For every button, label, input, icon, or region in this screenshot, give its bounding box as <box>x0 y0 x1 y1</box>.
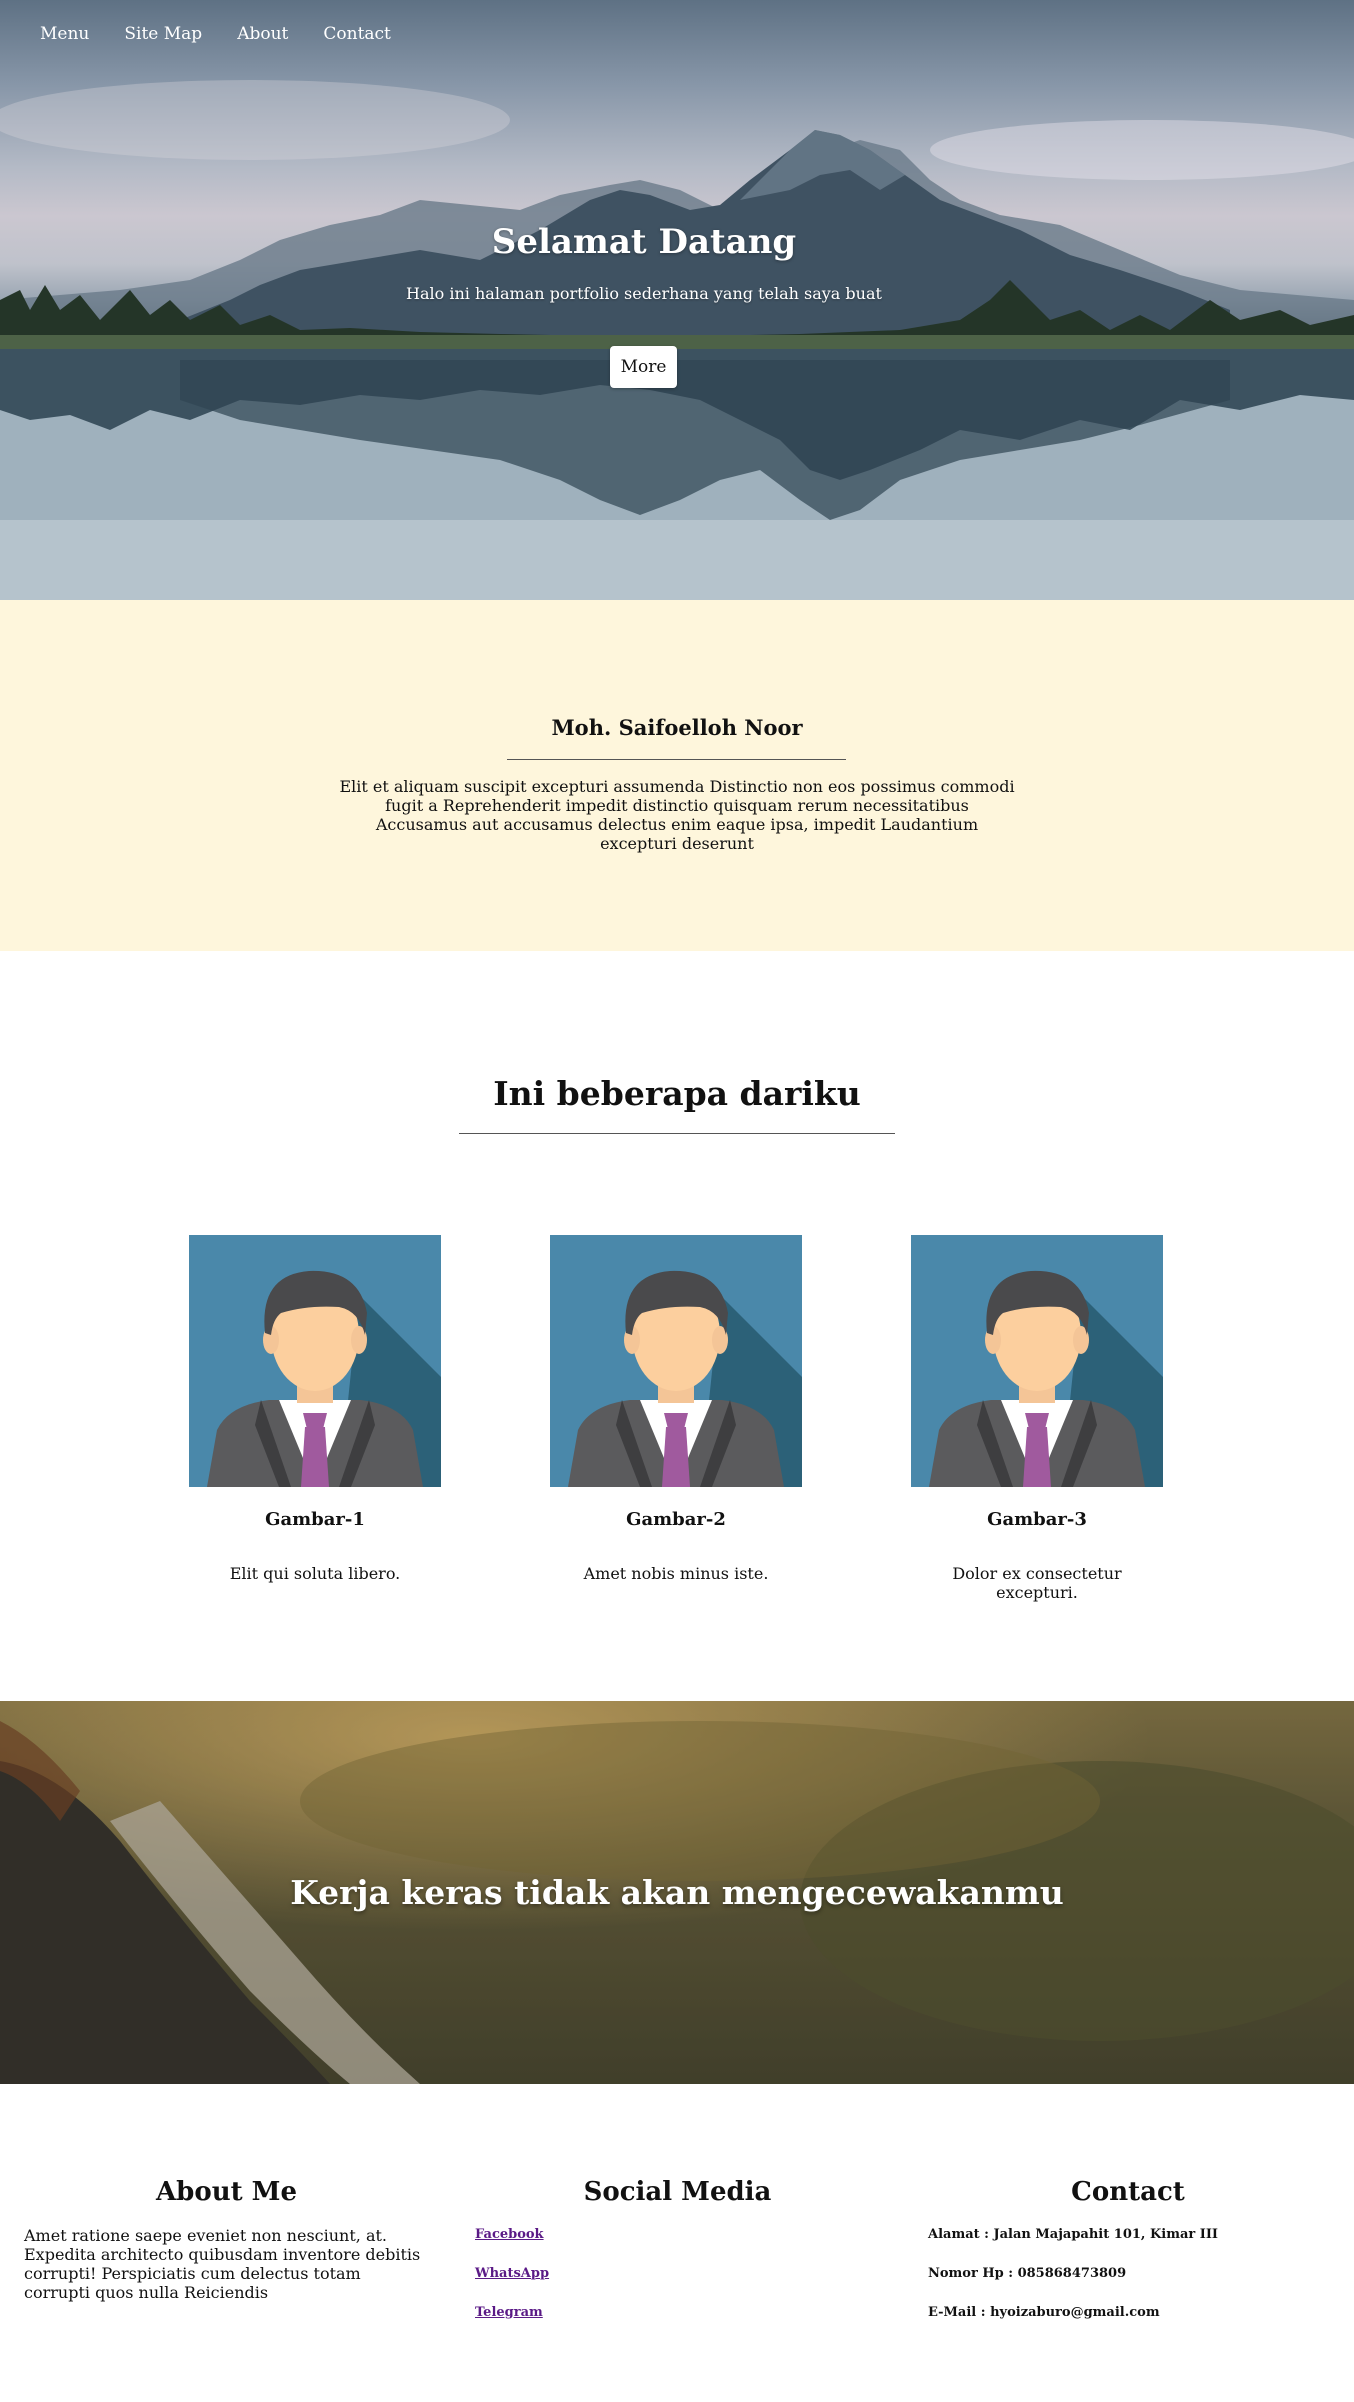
hero-title: Selamat Datang <box>491 222 797 262</box>
footer-social-title: Social Media <box>583 2177 772 2207</box>
nav-item-menu[interactable]: Menu <box>40 24 89 44</box>
footer-about-text: Amet ratione saepe eveniet non nesciunt,… <box>24 2226 421 2302</box>
quote-text: Kerja keras tidak akan mengecewakanmu <box>290 1873 1064 1912</box>
footer-contact-title: Contact <box>1071 2177 1185 2207</box>
contact-address: Alamat : Jalan Majapahit 101, Kimar III <box>928 2227 1218 2242</box>
footer: About Me Amet ratione saepe eveniet non … <box>0 2084 1354 2402</box>
avatar-icon <box>550 1235 802 1487</box>
card-description: Amet nobis minus iste. <box>583 1564 769 1583</box>
hero-subtitle: Halo ini halaman portfolio sederhana yan… <box>406 284 882 303</box>
features-divider <box>459 1133 895 1134</box>
nav-item-site-map[interactable]: Site Map <box>124 24 202 44</box>
avatar-icon <box>189 1235 441 1487</box>
contact-email: E-Mail : hyoizaburo@gmail.com <box>928 2305 1160 2320</box>
whatsapp-link[interactable]: WhatsApp <box>475 2266 549 2281</box>
top-nav: Menu Site Map About Contact <box>40 24 391 44</box>
about-divider <box>507 759 846 760</box>
feature-card: Gambar-3 Dolor ex consectetur excepturi. <box>910 1235 1164 1602</box>
telegram-link[interactable]: Telegram <box>475 2305 543 2320</box>
about-name: Moh. Saifoelloh Noor <box>551 715 803 740</box>
nav-item-about[interactable]: About <box>237 24 288 44</box>
contact-phone: Nomor Hp : 085868473809 <box>928 2266 1127 2281</box>
hero-section: Menu Site Map About Contact Selamat Data… <box>0 0 1354 600</box>
footer-about-title: About Me <box>156 2177 297 2207</box>
facebook-link[interactable]: Facebook <box>475 2227 544 2242</box>
feature-card: Gambar-2 Amet nobis minus iste. <box>549 1235 803 1583</box>
nav-item-contact[interactable]: Contact <box>323 24 391 44</box>
features-section: Ini beberapa dariku Gambar-1 Elit qui so… <box>0 951 1354 1701</box>
card-title: Gambar-3 <box>987 1509 1087 1530</box>
card-description: Elit qui soluta libero. <box>229 1564 401 1583</box>
card-description: Dolor ex consectetur excepturi. <box>952 1564 1122 1602</box>
avatar-icon <box>911 1235 1163 1487</box>
card-title: Gambar-2 <box>626 1509 726 1530</box>
about-section: Moh. Saifoelloh Noor Elit et aliquam sus… <box>0 600 1354 951</box>
more-button[interactable]: More <box>610 346 677 388</box>
quote-banner: Kerja keras tidak akan mengecewakanmu <box>0 1701 1354 2084</box>
about-text: Elit et aliquam suscipit excepturi assum… <box>339 777 1015 853</box>
feature-card: Gambar-1 Elit qui soluta libero. <box>188 1235 442 1583</box>
card-title: Gambar-1 <box>265 1509 365 1530</box>
features-title: Ini beberapa dariku <box>493 1074 861 1113</box>
